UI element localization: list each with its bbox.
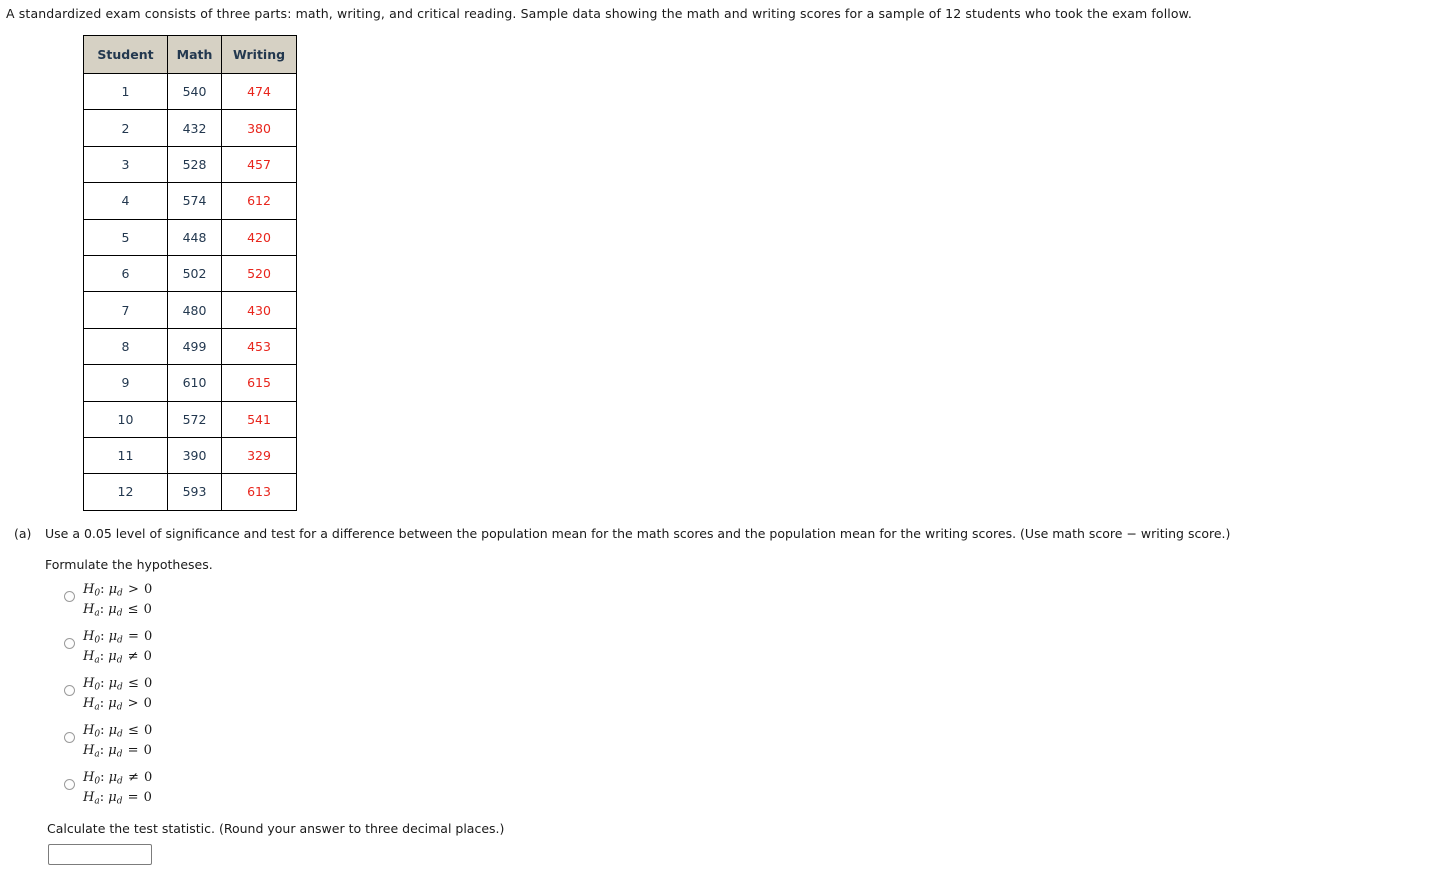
hypothesis-option-label-1: H0: μd > 0 Ha: μd ≤ 0 (83, 580, 152, 620)
column-header-math: Math (167, 35, 222, 74)
table-row: 11 390 329 (83, 436, 297, 475)
cell-writing: 453 (221, 327, 297, 366)
calculate-statistic-instruction: Calculate the test statistic. (Round you… (47, 821, 505, 836)
table-row: 8 499 453 (83, 327, 297, 366)
table-body: 1 540 474 2 432 380 3 528 457 4 574 612 5 448 420 6 502 5… (83, 72, 297, 511)
cell-writing: 420 (221, 218, 297, 256)
null-hypothesis-line: H0: μd = 0 (83, 629, 153, 646)
part-a-question: Use a 0.05 level of significance and tes… (45, 526, 1231, 541)
radio-button-option-1[interactable] (64, 591, 75, 602)
cell-writing: 474 (221, 72, 297, 111)
cell-writing: 612 (221, 182, 297, 220)
hypothesis-option-label-4: H0: μd ≤ 0 Ha: μd = 0 (83, 721, 152, 761)
radio-button-option-5[interactable] (64, 779, 75, 790)
cell-student: 3 (83, 145, 168, 184)
cell-student: 9 (83, 364, 168, 402)
table-row: 9 610 615 (83, 364, 297, 402)
table-row: 7 480 430 (83, 291, 297, 329)
table-header-row: Student Math Writing (83, 35, 297, 74)
radio-button-option-3[interactable] (64, 685, 75, 696)
null-hypothesis-line: H0: μd ≤ 0 (83, 676, 153, 693)
cell-student: 10 (83, 400, 168, 438)
table-row: 1 540 474 (83, 72, 297, 111)
radio-button-option-2[interactable] (64, 638, 75, 649)
cell-writing: 615 (221, 364, 297, 402)
cell-student: 7 (83, 291, 168, 329)
cell-writing: 457 (221, 145, 297, 184)
cell-student: 11 (83, 436, 168, 475)
cell-math: 499 (167, 327, 222, 366)
hypothesis-option-label-2: H0: μd = 0 Ha: μd ≠ 0 (83, 627, 152, 667)
column-header-student: Student (83, 35, 168, 74)
null-hypothesis-line: H0: μd > 0 (83, 582, 153, 599)
table-row: 3 528 457 (83, 145, 297, 184)
cell-writing: 520 (221, 254, 297, 293)
cell-math: 432 (167, 109, 222, 147)
exam-scores-table: Student Math Writing 1 540 474 2 432 380 3 528 4… (83, 35, 297, 511)
radio-button-option-4[interactable] (64, 732, 75, 743)
part-a-label: (a) (14, 526, 32, 541)
alternative-hypothesis-line: Ha: μd ≤ 0 (83, 602, 152, 619)
cell-math: 593 (167, 473, 222, 511)
cell-math: 390 (167, 436, 222, 475)
alternative-hypothesis-line: Ha: μd > 0 (83, 696, 152, 713)
alternative-hypothesis-line: Ha: μd = 0 (83, 743, 152, 760)
cell-writing: 430 (221, 291, 297, 329)
formulate-instruction: Formulate the hypotheses. (45, 557, 213, 572)
table-header: Student Math Writing (83, 35, 297, 74)
cell-writing: 613 (221, 473, 297, 511)
cell-student: 12 (83, 473, 168, 511)
table-row: 12 593 613 (83, 473, 297, 511)
cell-math: 528 (167, 145, 222, 184)
table-row: 6 502 520 (83, 254, 297, 293)
cell-math: 572 (167, 400, 222, 438)
null-hypothesis-line: H0: μd ≠ 0 (83, 770, 153, 787)
test-statistic-input[interactable] (48, 844, 152, 865)
cell-math: 540 (167, 72, 222, 111)
hypothesis-option-label-5: H0: μd ≠ 0 Ha: μd = 0 (83, 768, 152, 808)
cell-math: 574 (167, 182, 222, 220)
cell-student: 5 (83, 218, 168, 256)
cell-math: 448 (167, 218, 222, 256)
alternative-hypothesis-line: Ha: μd ≠ 0 (83, 649, 152, 666)
cell-writing: 541 (221, 400, 297, 438)
cell-writing: 380 (221, 109, 297, 147)
null-hypothesis-line: H0: μd ≤ 0 (83, 723, 153, 740)
cell-student: 2 (83, 109, 168, 147)
cell-math: 502 (167, 254, 222, 293)
cell-math: 610 (167, 364, 222, 402)
cell-student: 4 (83, 182, 168, 220)
cell-math: 480 (167, 291, 222, 329)
table-row: 5 448 420 (83, 218, 297, 256)
cell-student: 6 (83, 254, 168, 293)
column-header-writing: Writing (221, 35, 297, 74)
table-row: 4 574 612 (83, 182, 297, 220)
intro-text: A standardized exam consists of three pa… (6, 6, 1192, 21)
table-row: 10 572 541 (83, 400, 297, 438)
cell-student: 1 (83, 72, 168, 111)
alternative-hypothesis-line: Ha: μd = 0 (83, 790, 152, 807)
cell-writing: 329 (221, 436, 297, 475)
hypothesis-option-label-3: H0: μd ≤ 0 Ha: μd > 0 (83, 674, 152, 714)
table-row: 2 432 380 (83, 109, 297, 147)
cell-student: 8 (83, 327, 168, 366)
